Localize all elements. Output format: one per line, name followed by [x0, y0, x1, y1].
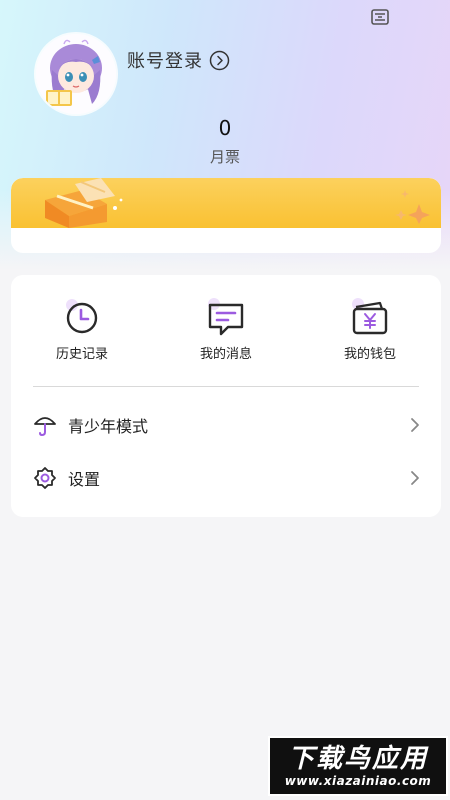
gift-box-icon — [45, 178, 123, 228]
chevron-right-icon — [411, 471, 419, 485]
account-login-button[interactable]: 账号登录 — [127, 48, 230, 72]
watermark-title: 下载鸟应用 — [287, 744, 428, 774]
watermark-logo: 下载鸟应用 www.xiazainiao.com — [268, 736, 448, 796]
history-label: 历史记录 — [55, 347, 108, 362]
avatar-illustration — [36, 34, 116, 114]
login-label: 账号登录 — [127, 51, 203, 72]
monthly-ticket-label: 月票 — [209, 148, 240, 166]
promo-banner[interactable] — [11, 178, 441, 253]
wallet-label: 我的钱包 — [343, 347, 396, 362]
settings-label: 设置 — [68, 470, 101, 489]
history-clock-icon — [62, 297, 102, 337]
settings-row[interactable]: 设置 — [11, 458, 441, 498]
message-icon — [206, 297, 246, 337]
messages-label: 我的消息 — [199, 347, 252, 362]
menu-card: 历史记录 我的消息 我的钱包 青少年模式 设置 — [11, 275, 441, 517]
umbrella-icon — [34, 417, 56, 437]
teen-mode-row[interactable]: 青少年模式 — [11, 405, 441, 445]
monthly-ticket-count[interactable]: 0 — [0, 116, 450, 140]
teen-mode-label: 青少年模式 — [68, 417, 149, 436]
messages-button[interactable]: 我的消息 — [171, 297, 281, 362]
avatar[interactable] — [36, 34, 116, 114]
chevron-right-circle-icon — [209, 50, 230, 70]
wallet-icon — [350, 297, 390, 337]
sparkle-decoration-icon — [395, 190, 430, 224]
chevron-right-icon — [411, 418, 419, 432]
history-button[interactable]: 历史记录 — [27, 297, 137, 362]
wallet-button[interactable]: 我的钱包 — [315, 297, 425, 362]
divider — [33, 386, 419, 387]
ticket-icon[interactable] — [370, 8, 390, 26]
settings-gear-icon — [34, 467, 56, 489]
watermark-url: www.xiazainiao.com — [284, 774, 432, 788]
